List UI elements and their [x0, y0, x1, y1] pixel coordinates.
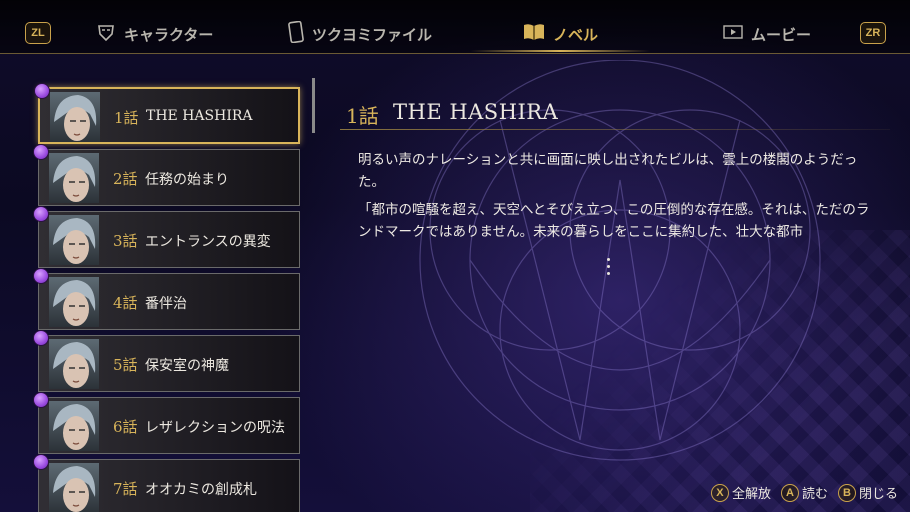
a-button-icon: A — [780, 483, 799, 502]
episode-title: THE HASHIRA — [146, 108, 253, 124]
play-icon — [723, 25, 743, 43]
character-portrait — [49, 277, 99, 327]
episode-number: 6話 — [113, 418, 138, 436]
hint-label: 閉じる — [858, 487, 898, 502]
synopsis-paragraph: 「都市の喧騒を超え、天空へとそびえ立つ、この圧倒的な存在感。それは、ただのランド… — [358, 202, 870, 240]
tab-label: ノベル — [553, 25, 599, 44]
detail-divider — [340, 129, 890, 130]
detail-episode-title: THE HASHIRA — [393, 100, 559, 124]
tab-movie[interactable]: ムービー — [723, 22, 811, 46]
detail-synopsis: 明るい声のナレーションと共に画面に映し出されたビルは、雲上の楼閣のようだった。 … — [358, 149, 878, 243]
tab-label: ムービー — [751, 25, 812, 44]
character-portrait — [49, 215, 99, 265]
new-indicator-dot — [33, 392, 49, 408]
phone-icon — [288, 20, 304, 47]
character-portrait — [49, 339, 99, 389]
new-indicator-dot — [33, 330, 49, 346]
detail-episode-number: 1話 — [346, 104, 379, 128]
more-text-indicator-icon — [606, 258, 612, 280]
character-portrait — [49, 401, 99, 451]
synopsis-paragraph: 明るい声のナレーションと共に画面に映し出されたビルは、雲上の楼閣のようだった。 — [358, 152, 858, 190]
new-indicator-dot — [33, 144, 49, 160]
episode-title: 任務の始まり — [145, 172, 229, 188]
tab-character[interactable]: キャラクター — [96, 22, 213, 46]
button-hints: X 全解放 A 読む B 閉じる — [710, 483, 898, 502]
zl-button[interactable]: ZL — [25, 22, 51, 44]
episode-title: レザレクションの呪法 — [145, 420, 285, 436]
new-indicator-dot — [33, 268, 49, 284]
book-icon — [523, 23, 545, 45]
episode-item[interactable]: 5話 保安室の神魔 — [33, 330, 300, 392]
episode-item[interactable]: 1話 THE HASHIRA — [34, 83, 300, 144]
episode-item[interactable]: 4話 番伴治 — [33, 268, 300, 330]
episode-item[interactable]: 7話 オオカミの創成札 — [33, 454, 300, 512]
episode-item[interactable]: 2話 任務の始まり — [33, 144, 300, 206]
new-indicator-dot — [33, 206, 49, 222]
character-portrait — [49, 153, 99, 203]
tab-novel[interactable]: ノベル — [523, 22, 598, 46]
episode-number: 3話 — [113, 232, 138, 250]
episode-number: 5話 — [113, 356, 138, 374]
zr-button[interactable]: ZR — [860, 22, 886, 44]
hint-label: 読む — [801, 487, 828, 502]
tab-label: ツクヨミファイル — [312, 25, 433, 44]
episode-number: 1話 — [114, 109, 139, 127]
episode-title: 保安室の神魔 — [145, 358, 229, 374]
episode-title: 番伴治 — [145, 296, 187, 312]
new-indicator-dot — [33, 454, 49, 470]
hint-label: 全解放 — [731, 487, 771, 502]
character-portrait — [50, 92, 100, 142]
episode-item[interactable]: 3話 エントランスの異変 — [33, 206, 300, 268]
hint-close[interactable]: B 閉じる — [837, 483, 898, 502]
background-sigil — [419, 60, 821, 461]
episode-number: 2話 — [113, 170, 138, 188]
tab-label: キャラクター — [124, 25, 214, 44]
hint-read[interactable]: A 読む — [780, 483, 828, 502]
hint-unlock-all[interactable]: X 全解放 — [710, 483, 771, 502]
episode-number: 7話 — [113, 480, 138, 498]
active-tab-indicator — [470, 50, 650, 52]
top-nav-bar: ZL キャラクター ツクヨミファイル ノベル ムービー ZR — [0, 0, 910, 54]
b-button-icon: B — [837, 483, 856, 502]
episode-title: エントランスの異変 — [145, 234, 271, 250]
x-button-icon: X — [710, 483, 729, 502]
episode-number: 4話 — [113, 294, 138, 312]
character-portrait — [49, 463, 99, 512]
episode-item[interactable]: 6話 レザレクションの呪法 — [33, 392, 300, 454]
tab-tsukuyomi-file[interactable]: ツクヨミファイル — [288, 20, 433, 47]
list-scrollbar[interactable] — [312, 78, 315, 133]
episode-title: オオカミの創成札 — [145, 482, 257, 498]
new-indicator-dot — [34, 83, 50, 99]
mask-icon — [96, 22, 116, 46]
